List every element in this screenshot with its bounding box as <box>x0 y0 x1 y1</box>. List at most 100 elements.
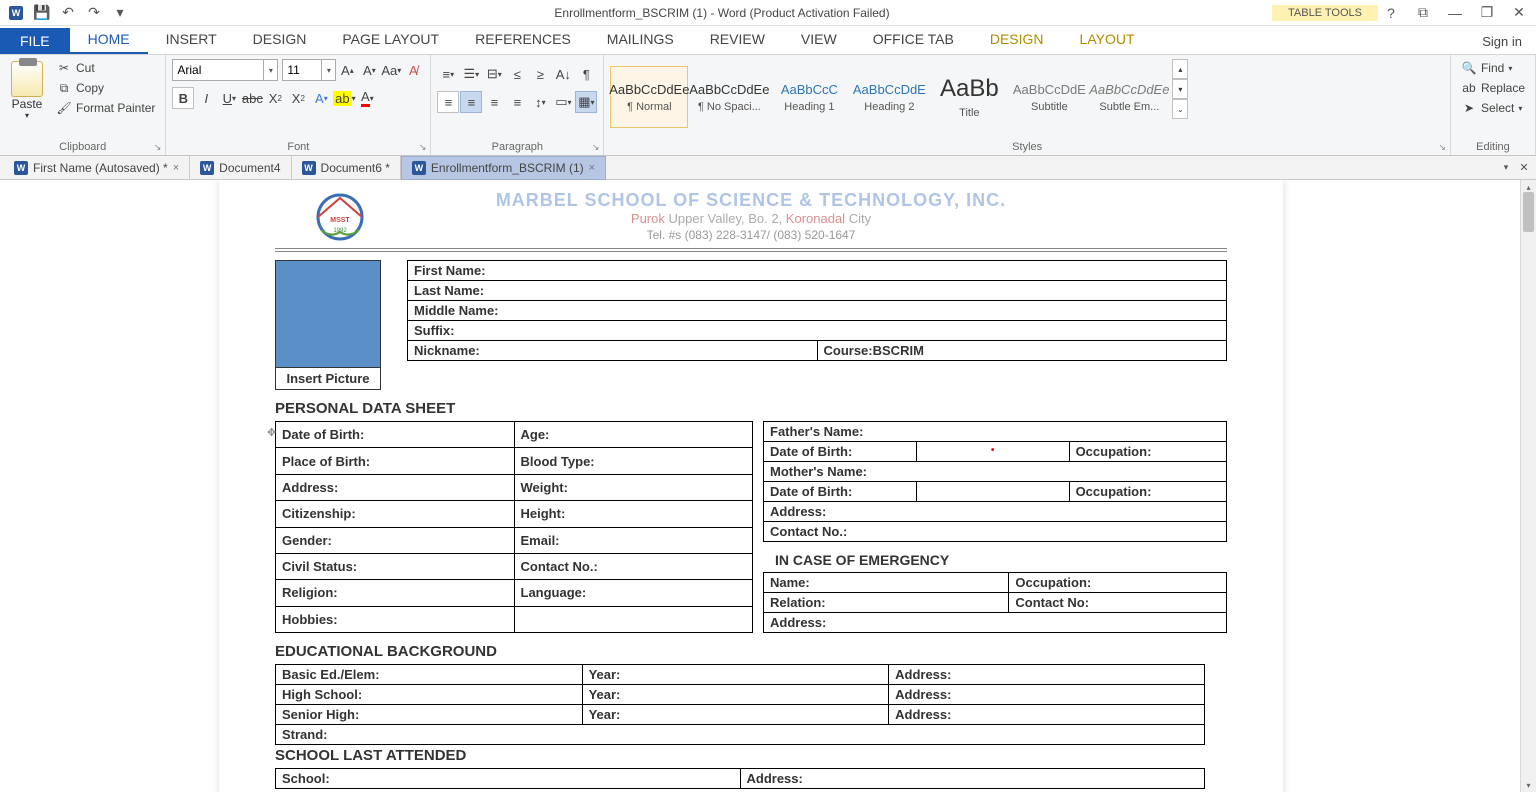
name-table[interactable]: First Name: Last Name: Middle Name: Suff… <box>407 260 1227 361</box>
copy-button[interactable]: ⧉Copy <box>52 79 159 97</box>
dialog-launcher[interactable]: ↘ <box>592 142 600 153</box>
gallery-up[interactable]: ▴ <box>1172 59 1188 79</box>
dialog-launcher[interactable]: ↘ <box>154 142 162 153</box>
tab-view[interactable]: VIEW <box>783 26 855 54</box>
style-subtitle[interactable]: AaBbCcDdESubtitle <box>1010 66 1088 128</box>
tab-file[interactable]: FILE <box>0 28 70 54</box>
find-button[interactable]: 🔍Find ▾ <box>1457 59 1516 77</box>
increase-indent-button[interactable]: ≥ <box>529 63 551 85</box>
strikethrough-button[interactable]: abc <box>241 87 263 109</box>
sort-button[interactable]: A↓ <box>552 63 574 85</box>
doc-tab[interactable]: WFirst Name (Autosaved) *× <box>4 156 190 180</box>
doc-tab[interactable]: WEnrollmentform_BSCRIM (1)× <box>401 156 606 180</box>
change-case-button[interactable]: Aa▾ <box>380 59 402 81</box>
parents-table[interactable]: Father's Name: Date of Birth:•Occupation… <box>763 421 1227 542</box>
emergency-table[interactable]: Name:Occupation: Relation:Contact No: Ad… <box>763 572 1227 633</box>
font-name-input[interactable] <box>172 59 264 81</box>
scroll-down[interactable]: ▾ <box>1521 778 1536 792</box>
align-center-button[interactable]: ≡ <box>460 91 482 113</box>
bold-button[interactable]: B <box>172 87 194 109</box>
sign-in-link[interactable]: Sign in <box>1468 29 1536 54</box>
bullets-button[interactable]: ≡▾ <box>437 63 459 85</box>
decrease-indent-button[interactable]: ≤ <box>506 63 528 85</box>
show-marks-button[interactable]: ¶ <box>575 63 597 85</box>
redo-button[interactable]: ↷ <box>82 2 106 24</box>
minimize-button[interactable]: — <box>1442 2 1468 24</box>
underline-button[interactable]: U▾ <box>218 87 240 109</box>
course-cell[interactable]: Course:BSCRIM <box>817 341 1227 361</box>
ribbon-options-button[interactable]: ⧉ <box>1410 2 1436 24</box>
close-icon[interactable]: × <box>589 162 595 174</box>
tab-table-layout[interactable]: LAYOUT <box>1062 26 1153 54</box>
tab-design[interactable]: DESIGN <box>235 26 325 54</box>
school-last-table[interactable]: School:Address: <box>275 768 1205 789</box>
paste-button[interactable]: Paste ▾ <box>6 59 48 122</box>
format-painter-button[interactable]: 🖌Format Painter <box>52 99 159 117</box>
font-name-dropdown[interactable]: ▾ <box>264 59 278 81</box>
scroll-thumb[interactable] <box>1523 192 1534 232</box>
highlight-button[interactable]: ab▾ <box>333 87 355 109</box>
tab-home[interactable]: HOME <box>70 26 148 54</box>
superscript-button[interactable]: X2 <box>287 87 309 109</box>
numbering-button[interactable]: ☰▾ <box>460 63 482 85</box>
replace-button[interactable]: abReplace <box>1457 79 1529 97</box>
align-right-button[interactable]: ≡ <box>483 91 505 113</box>
style--no-spaci-[interactable]: AaBbCcDdEe¶ No Spaci... <box>690 66 768 128</box>
style-subtle-em-[interactable]: AaBbCcDdEeSubtle Em... <box>1090 66 1168 128</box>
gallery-down[interactable]: ▾ <box>1172 79 1188 99</box>
text-effects-button[interactable]: A▾ <box>310 87 332 109</box>
document-page[interactable]: MSST1992 MARBEL SCHOOL OF SCIENCE & TECH… <box>219 180 1283 792</box>
justify-button[interactable]: ≡ <box>506 91 528 113</box>
customize-qat[interactable]: ▾ <box>108 2 132 24</box>
tab-review[interactable]: REVIEW <box>692 26 783 54</box>
help-button[interactable]: ? <box>1378 2 1404 24</box>
doc-tabs-menu[interactable]: ▾ <box>1498 159 1514 177</box>
style-heading-1[interactable]: AaBbCcCHeading 1 <box>770 66 848 128</box>
font-size-dropdown[interactable]: ▾ <box>322 59 336 81</box>
multilevel-list-button[interactable]: ⊟▾ <box>483 63 505 85</box>
dialog-launcher[interactable]: ↘ <box>419 142 427 153</box>
subscript-button[interactable]: X2 <box>264 87 286 109</box>
style--normal[interactable]: AaBbCcDdEe¶ Normal <box>610 66 688 128</box>
middle-name-cell[interactable]: Middle Name: <box>408 301 1227 321</box>
dialog-launcher[interactable]: ↘ <box>1438 142 1446 153</box>
style-heading-2[interactable]: AaBbCcDdEHeading 2 <box>850 66 928 128</box>
nickname-cell[interactable]: Nickname: <box>408 341 818 361</box>
font-size-input[interactable] <box>282 59 322 81</box>
education-table[interactable]: Basic Ed./Elem:Year:Address: High School… <box>275 664 1205 745</box>
restore-button[interactable]: ❐ <box>1474 2 1500 24</box>
gallery-more[interactable]: ⌄ <box>1172 99 1188 119</box>
select-button[interactable]: ➤Select ▾ <box>1457 99 1526 117</box>
picture-box[interactable]: Insert Picture <box>275 260 381 390</box>
doc-tab[interactable]: WDocument4 <box>190 156 291 180</box>
save-button[interactable]: 💾 <box>30 2 54 24</box>
shading-button[interactable]: ▭▾ <box>552 91 574 113</box>
personal-left-table[interactable]: Date of Birth:Age: Place of Birth:Blood … <box>275 421 753 633</box>
last-name-cell[interactable]: Last Name: <box>408 281 1227 301</box>
tab-mailings[interactable]: MAILINGS <box>589 26 692 54</box>
italic-button[interactable]: I <box>195 87 217 109</box>
style-title[interactable]: AaBbTitle <box>930 66 1008 128</box>
close-button[interactable]: ✕ <box>1506 2 1532 24</box>
tab-table-design[interactable]: DESIGN <box>972 26 1062 54</box>
grow-font-button[interactable]: A▴ <box>336 59 358 81</box>
tab-page-layout[interactable]: PAGE LAYOUT <box>324 26 457 54</box>
first-name-cell[interactable]: First Name: <box>408 261 1227 281</box>
font-color-button[interactable]: A▾ <box>356 87 378 109</box>
doc-tabs-close[interactable]: ✕ <box>1516 159 1532 177</box>
suffix-cell[interactable]: Suffix: <box>408 321 1227 341</box>
doc-tab[interactable]: WDocument6 * <box>292 156 401 180</box>
tab-references[interactable]: REFERENCES <box>457 26 589 54</box>
word-icon[interactable]: W <box>4 2 28 24</box>
align-left-button[interactable]: ≡ <box>437 91 459 113</box>
line-spacing-button[interactable]: ↕▾ <box>529 91 551 113</box>
shrink-font-button[interactable]: A▾ <box>358 59 380 81</box>
cut-button[interactable]: ✂Cut <box>52 59 159 77</box>
clear-formatting-button[interactable]: A̸ <box>402 59 424 81</box>
tab-insert[interactable]: INSERT <box>148 26 235 54</box>
undo-button[interactable]: ↶ <box>56 2 80 24</box>
tab-office-tab[interactable]: OFFICE TAB <box>855 26 972 54</box>
table-anchor-icon[interactable]: ✥ <box>267 426 276 439</box>
close-icon[interactable]: × <box>173 162 179 174</box>
borders-button[interactable]: ▦▾ <box>575 91 597 113</box>
